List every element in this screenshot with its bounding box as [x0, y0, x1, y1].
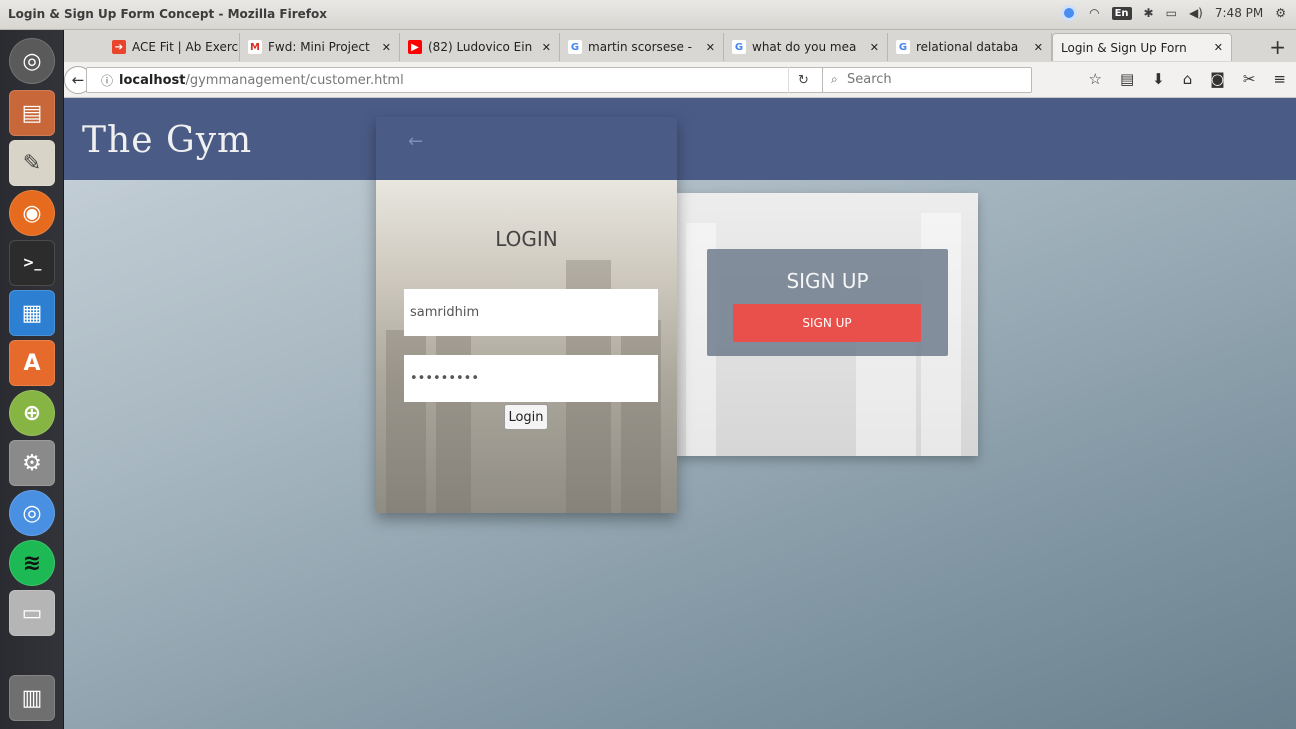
tab-google-relational[interactable]: G relational databa ✕ — [888, 33, 1052, 61]
signup-panel: SIGN UP SIGN UP — [676, 193, 978, 456]
search-bar[interactable]: ⌕ — [822, 67, 1032, 93]
reading-list-icon[interactable]: ▤ — [1120, 70, 1134, 88]
back-arrow-icon[interactable]: ← — [408, 131, 423, 152]
url-bar[interactable]: ⓘ localhost/gymmanagement/customer.html — [86, 67, 826, 93]
bookmark-star-icon[interactable]: ☆ — [1089, 70, 1102, 88]
text-editor-icon[interactable]: ✎ — [9, 140, 55, 186]
dash-home-icon[interactable]: ◎ — [9, 38, 55, 84]
tab-ace-fit[interactable]: ➔ ACE Fit | Ab Exerc ✕ — [104, 33, 240, 61]
files-icon[interactable]: ▤ — [9, 90, 55, 136]
signup-heading: SIGN UP — [786, 269, 869, 293]
battery-icon[interactable]: ▭ — [1166, 6, 1177, 20]
tab-label: (82) Ludovico Ein — [428, 40, 533, 54]
login-heading: LOGIN — [495, 227, 558, 251]
drive-icon[interactable]: ▭ — [9, 590, 55, 636]
chromium-indicator-icon[interactable] — [1061, 5, 1078, 21]
ace-fit-favicon-icon: ➔ — [112, 40, 126, 54]
tab-label: relational databa — [916, 40, 1019, 54]
home-icon[interactable]: ⌂ — [1183, 70, 1193, 88]
wifi-icon[interactable]: ◠ — [1089, 6, 1099, 20]
navigation-bar: ← ⓘ localhost/gymmanagement/customer.htm… — [64, 62, 1296, 98]
spotify-icon[interactable]: ≋ — [9, 540, 55, 586]
tab-google-what[interactable]: G what do you mea ✕ — [724, 33, 888, 61]
keyboard-layout-indicator[interactable]: En — [1111, 6, 1132, 20]
url-path: /gymmanagement/customer.html — [185, 73, 404, 88]
terminal-icon[interactable]: >_ — [9, 240, 55, 286]
system-settings-icon[interactable]: ⚙ — [9, 440, 55, 486]
username-input[interactable] — [404, 289, 658, 336]
youtube-favicon-icon: ▶ — [408, 40, 422, 54]
tab-label: ACE Fit | Ab Exerc — [132, 40, 239, 54]
firefox-icon[interactable]: ◉ — [9, 190, 55, 236]
tab-label: Login & Sign Up Forn — [1061, 40, 1187, 55]
libreoffice-impress-icon[interactable]: ▦ — [9, 290, 55, 336]
tab-label: what do you mea — [752, 40, 857, 54]
launcher: ◎ ▤ ✎ ◉ >_ ▦ A ⊕ ⚙ ◎ ≋ ▭ ▥ — [0, 30, 64, 729]
signup-button[interactable]: SIGN UP — [733, 304, 921, 342]
clock[interactable]: 7:48 PM — [1215, 6, 1263, 20]
menu-icon[interactable]: ≡ — [1273, 70, 1286, 88]
tab-close-icon[interactable]: ✕ — [1214, 41, 1223, 54]
pocket-icon[interactable]: ◙ — [1210, 70, 1225, 88]
google-favicon-icon: G — [732, 40, 746, 54]
volume-icon[interactable]: ◀) — [1189, 6, 1203, 20]
window-title: Login & Sign Up Form Concept - Mozilla F… — [8, 7, 327, 21]
password-input[interactable] — [404, 355, 658, 402]
page-viewport: The Gym SIGN UP SIGN UP ← LOGIN Login — [64, 98, 1296, 729]
bluetooth-icon[interactable]: ✱ — [1144, 6, 1154, 20]
tab-bar: ➔ ACE Fit | Ab Exerc ✕ M Fwd: Mini Proje… — [64, 30, 1296, 62]
tab-label: Fwd: Mini Project — [268, 40, 370, 54]
reload-button[interactable]: ↻ — [788, 67, 818, 93]
tab-youtube[interactable]: ▶ (82) Ludovico Ein ✕ — [400, 33, 560, 61]
top-panel: Login & Sign Up Form Concept - Mozilla F… — [0, 0, 1296, 30]
google-favicon-icon: G — [896, 40, 910, 54]
tab-login-signup[interactable]: Login & Sign Up Forn ✕ — [1052, 33, 1232, 61]
tab-close-icon[interactable]: ✕ — [382, 41, 391, 54]
url-text[interactable]: localhost/gymmanagement/customer.html — [119, 73, 404, 88]
search-input[interactable] — [847, 72, 1027, 87]
downloads-icon[interactable]: ⬇ — [1152, 70, 1165, 88]
trash-icon[interactable]: ▥ — [9, 675, 55, 721]
new-tab-button[interactable]: + — [1269, 35, 1286, 59]
search-icon: ⌕ — [831, 72, 838, 86]
login-form: LOGIN Login — [376, 180, 677, 513]
google-favicon-icon: G — [568, 40, 582, 54]
site-info-icon[interactable]: ⓘ — [101, 72, 113, 89]
background-building — [621, 320, 661, 513]
chromium-icon[interactable]: ◎ — [9, 490, 55, 536]
tab-close-icon[interactable]: ✕ — [870, 41, 879, 54]
login-panel: ← LOGIN Login — [376, 117, 677, 513]
indicator-area: ◠ En ✱ ▭ ◀) 7:48 PM ⚙ — [1061, 5, 1286, 21]
toolbar-icons: ☆ ▤ ⬇ ⌂ ◙ ✂ ≡ — [1089, 70, 1286, 88]
android-studio-icon[interactable]: ⊕ — [9, 390, 55, 436]
tab-close-icon[interactable]: ✕ — [542, 41, 551, 54]
tab-label: martin scorsese - — [588, 40, 692, 54]
extension-icon[interactable]: ✂ — [1243, 70, 1256, 88]
software-center-icon[interactable]: A — [9, 340, 55, 386]
tab-close-icon[interactable]: ✕ — [1034, 41, 1043, 54]
site-title: The Gym — [82, 120, 253, 161]
login-panel-header: ← — [376, 117, 677, 180]
login-button[interactable]: Login — [504, 404, 548, 430]
tab-close-icon[interactable]: ✕ — [706, 41, 715, 54]
gmail-favicon-icon: M — [248, 40, 262, 54]
signup-box: SIGN UP SIGN UP — [707, 249, 948, 356]
url-host: localhost — [119, 73, 186, 88]
power-icon[interactable]: ⚙ — [1275, 6, 1286, 20]
site-header: The Gym — [64, 98, 1296, 180]
tab-gmail[interactable]: M Fwd: Mini Project ✕ — [240, 33, 400, 61]
tab-google-scorsese[interactable]: G martin scorsese - ✕ — [560, 33, 724, 61]
